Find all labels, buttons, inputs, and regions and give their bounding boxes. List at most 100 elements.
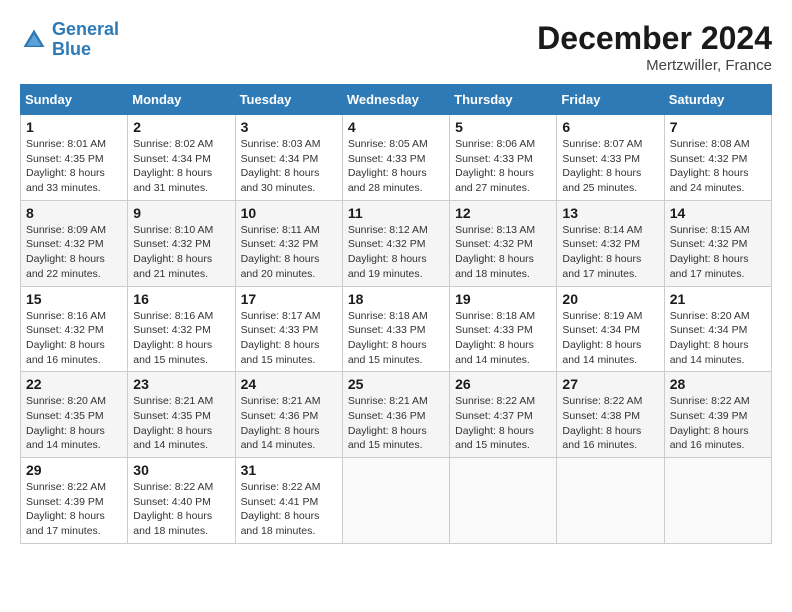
- day-info: Sunrise: 8:07 AM Sunset: 4:33 PM Dayligh…: [562, 137, 658, 196]
- day-number: 24: [241, 376, 337, 392]
- page-header: General Blue December 2024 Mertzwiller, …: [20, 20, 772, 74]
- logo-icon: [20, 26, 48, 54]
- day-number: 3: [241, 119, 337, 135]
- calendar-cell: [557, 458, 664, 544]
- calendar-cell: 20 Sunrise: 8:19 AM Sunset: 4:34 PM Dayli…: [557, 286, 664, 372]
- weekday-header-wednesday: Wednesday: [342, 85, 449, 115]
- day-info: Sunrise: 8:21 AM Sunset: 4:35 PM Dayligh…: [133, 394, 229, 453]
- day-info: Sunrise: 8:22 AM Sunset: 4:39 PM Dayligh…: [26, 480, 122, 539]
- day-info: Sunrise: 8:12 AM Sunset: 4:32 PM Dayligh…: [348, 223, 444, 282]
- week-row-5: 29 Sunrise: 8:22 AM Sunset: 4:39 PM Dayli…: [21, 458, 772, 544]
- calendar-cell: 17 Sunrise: 8:17 AM Sunset: 4:33 PM Dayli…: [235, 286, 342, 372]
- day-info: Sunrise: 8:06 AM Sunset: 4:33 PM Dayligh…: [455, 137, 551, 196]
- calendar-cell: 12Sunrise: 8:13 AM Sunset: 4:32 PM Dayli…: [450, 200, 557, 286]
- weekday-header-tuesday: Tuesday: [235, 85, 342, 115]
- day-info: Sunrise: 8:05 AM Sunset: 4:33 PM Dayligh…: [348, 137, 444, 196]
- calendar-cell: 2Sunrise: 8:02 AM Sunset: 4:34 PM Daylig…: [128, 115, 235, 201]
- calendar-cell: 3 Sunrise: 8:03 AM Sunset: 4:34 PM Daylig…: [235, 115, 342, 201]
- calendar-cell: 5Sunrise: 8:06 AM Sunset: 4:33 PM Daylig…: [450, 115, 557, 201]
- calendar-cell: 27 Sunrise: 8:22 AM Sunset: 4:38 PM Dayli…: [557, 372, 664, 458]
- day-number: 1: [26, 119, 122, 135]
- calendar-cell: 11Sunrise: 8:12 AM Sunset: 4:32 PM Dayli…: [342, 200, 449, 286]
- day-info: Sunrise: 8:21 AM Sunset: 4:36 PM Dayligh…: [241, 394, 337, 453]
- day-number: 17: [241, 291, 337, 307]
- day-number: 30: [133, 462, 229, 478]
- calendar-cell: 18 Sunrise: 8:18 AM Sunset: 4:33 PM Dayli…: [342, 286, 449, 372]
- calendar-cell: 1 Sunrise: 8:01 AM Sunset: 4:35 PM Daylig…: [21, 115, 128, 201]
- calendar-cell: 29 Sunrise: 8:22 AM Sunset: 4:39 PM Dayli…: [21, 458, 128, 544]
- day-number: 4: [348, 119, 444, 135]
- day-info: Sunrise: 8:20 AM Sunset: 4:35 PM Dayligh…: [26, 394, 122, 453]
- calendar-cell: 31 Sunrise: 8:22 AM Sunset: 4:41 PM Dayli…: [235, 458, 342, 544]
- week-row-2: 8 Sunrise: 8:09 AM Sunset: 4:32 PM Daylig…: [21, 200, 772, 286]
- calendar-cell: [664, 458, 771, 544]
- title-block: December 2024 Mertzwiller, France: [537, 20, 772, 74]
- calendar-cell: 9Sunrise: 8:10 AM Sunset: 4:32 PM Daylig…: [128, 200, 235, 286]
- day-info: Sunrise: 8:17 AM Sunset: 4:33 PM Dayligh…: [241, 309, 337, 368]
- day-number: 22: [26, 376, 122, 392]
- day-info: Sunrise: 8:01 AM Sunset: 4:35 PM Dayligh…: [26, 137, 122, 196]
- day-info: Sunrise: 8:09 AM Sunset: 4:32 PM Dayligh…: [26, 223, 122, 282]
- weekday-header-sunday: Sunday: [21, 85, 128, 115]
- calendar-cell: 25 Sunrise: 8:21 AM Sunset: 4:36 PM Dayli…: [342, 372, 449, 458]
- day-number: 25: [348, 376, 444, 392]
- calendar-cell: 24 Sunrise: 8:21 AM Sunset: 4:36 PM Dayli…: [235, 372, 342, 458]
- day-info: Sunrise: 8:18 AM Sunset: 4:33 PM Dayligh…: [455, 309, 551, 368]
- day-number: 2: [133, 119, 229, 135]
- day-number: 20: [562, 291, 658, 307]
- day-info: Sunrise: 8:21 AM Sunset: 4:36 PM Dayligh…: [348, 394, 444, 453]
- weekday-header-saturday: Saturday: [664, 85, 771, 115]
- day-number: 6: [562, 119, 658, 135]
- day-number: 28: [670, 376, 766, 392]
- day-number: 27: [562, 376, 658, 392]
- week-row-1: 1 Sunrise: 8:01 AM Sunset: 4:35 PM Daylig…: [21, 115, 772, 201]
- day-number: 21: [670, 291, 766, 307]
- calendar-cell: 22 Sunrise: 8:20 AM Sunset: 4:35 PM Dayli…: [21, 372, 128, 458]
- week-row-3: 15Sunrise: 8:16 AM Sunset: 4:32 PM Dayli…: [21, 286, 772, 372]
- day-number: 16: [133, 291, 229, 307]
- day-number: 13: [562, 205, 658, 221]
- calendar-cell: [450, 458, 557, 544]
- day-info: Sunrise: 8:19 AM Sunset: 4:34 PM Dayligh…: [562, 309, 658, 368]
- day-number: 29: [26, 462, 122, 478]
- day-info: Sunrise: 8:14 AM Sunset: 4:32 PM Dayligh…: [562, 223, 658, 282]
- day-info: Sunrise: 8:10 AM Sunset: 4:32 PM Dayligh…: [133, 223, 229, 282]
- day-info: Sunrise: 8:22 AM Sunset: 4:40 PM Dayligh…: [133, 480, 229, 539]
- day-info: Sunrise: 8:22 AM Sunset: 4:38 PM Dayligh…: [562, 394, 658, 453]
- logo: General Blue: [20, 20, 119, 60]
- calendar-cell: 7 Sunrise: 8:08 AM Sunset: 4:32 PM Daylig…: [664, 115, 771, 201]
- calendar-cell: 10Sunrise: 8:11 AM Sunset: 4:32 PM Dayli…: [235, 200, 342, 286]
- calendar-cell: 30 Sunrise: 8:22 AM Sunset: 4:40 PM Dayli…: [128, 458, 235, 544]
- weekday-header-friday: Friday: [557, 85, 664, 115]
- logo-text: General Blue: [52, 20, 119, 60]
- calendar-cell: 19Sunrise: 8:18 AM Sunset: 4:33 PM Dayli…: [450, 286, 557, 372]
- day-number: 31: [241, 462, 337, 478]
- calendar-cell: 15Sunrise: 8:16 AM Sunset: 4:32 PM Dayli…: [21, 286, 128, 372]
- day-number: 7: [670, 119, 766, 135]
- day-info: Sunrise: 8:03 AM Sunset: 4:34 PM Dayligh…: [241, 137, 337, 196]
- day-info: Sunrise: 8:20 AM Sunset: 4:34 PM Dayligh…: [670, 309, 766, 368]
- day-info: Sunrise: 8:13 AM Sunset: 4:32 PM Dayligh…: [455, 223, 551, 282]
- calendar-cell: 4 Sunrise: 8:05 AM Sunset: 4:33 PM Daylig…: [342, 115, 449, 201]
- day-number: 23: [133, 376, 229, 392]
- weekday-header-monday: Monday: [128, 85, 235, 115]
- day-info: Sunrise: 8:08 AM Sunset: 4:32 PM Dayligh…: [670, 137, 766, 196]
- day-info: Sunrise: 8:16 AM Sunset: 4:32 PM Dayligh…: [133, 309, 229, 368]
- day-number: 8: [26, 205, 122, 221]
- week-row-4: 22 Sunrise: 8:20 AM Sunset: 4:35 PM Dayli…: [21, 372, 772, 458]
- day-info: Sunrise: 8:22 AM Sunset: 4:37 PM Dayligh…: [455, 394, 551, 453]
- day-info: Sunrise: 8:18 AM Sunset: 4:33 PM Dayligh…: [348, 309, 444, 368]
- calendar-cell: 13 Sunrise: 8:14 AM Sunset: 4:32 PM Dayli…: [557, 200, 664, 286]
- calendar-cell: 14Sunrise: 8:15 AM Sunset: 4:32 PM Dayli…: [664, 200, 771, 286]
- calendar-cell: [342, 458, 449, 544]
- weekday-header-thursday: Thursday: [450, 85, 557, 115]
- calendar-table: SundayMondayTuesdayWednesdayThursdayFrid…: [20, 84, 772, 544]
- calendar-cell: 8 Sunrise: 8:09 AM Sunset: 4:32 PM Daylig…: [21, 200, 128, 286]
- day-info: Sunrise: 8:11 AM Sunset: 4:32 PM Dayligh…: [241, 223, 337, 282]
- calendar-cell: 16 Sunrise: 8:16 AM Sunset: 4:32 PM Dayli…: [128, 286, 235, 372]
- day-info: Sunrise: 8:22 AM Sunset: 4:39 PM Dayligh…: [670, 394, 766, 453]
- weekday-header-row: SundayMondayTuesdayWednesdayThursdayFrid…: [21, 85, 772, 115]
- day-info: Sunrise: 8:22 AM Sunset: 4:41 PM Dayligh…: [241, 480, 337, 539]
- location: Mertzwiller, France: [537, 57, 772, 74]
- day-number: 18: [348, 291, 444, 307]
